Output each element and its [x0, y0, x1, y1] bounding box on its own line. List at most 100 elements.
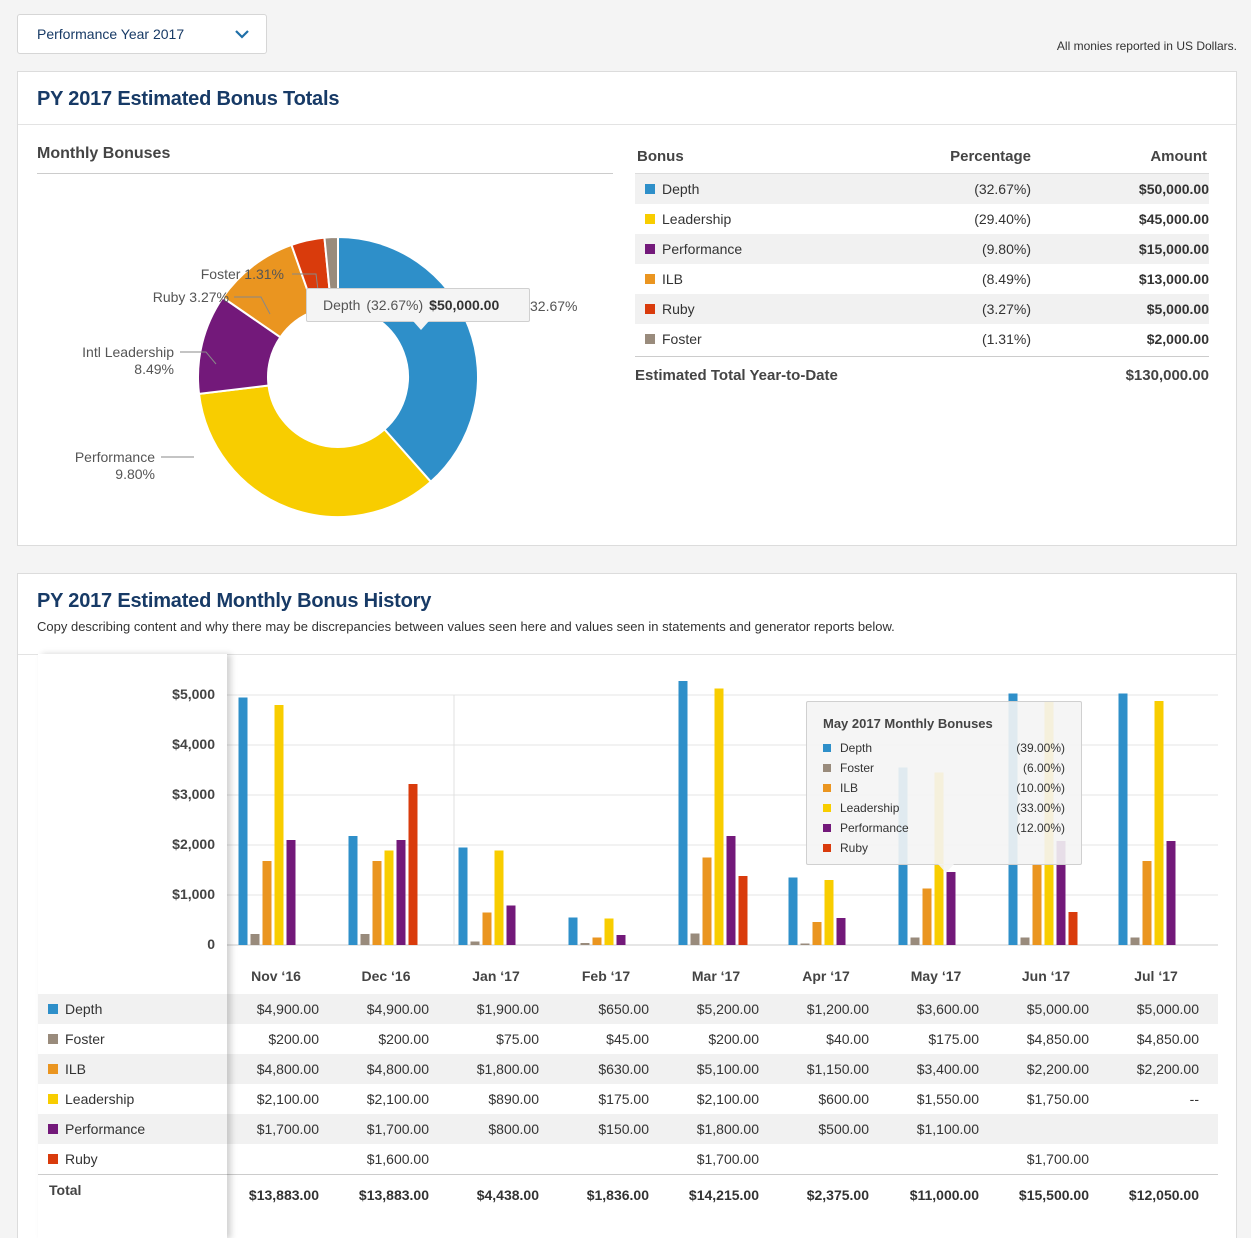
- bar-depth-3[interactable]: [568, 917, 578, 946]
- bar-foster-6[interactable]: [910, 937, 920, 946]
- chevron-down-icon: [235, 30, 249, 39]
- bar-depth-5[interactable]: [788, 877, 798, 946]
- month-tooltip-name-text: Depth: [840, 741, 873, 755]
- month-tooltip-pct: (12.00%): [1016, 821, 1065, 835]
- history-cell: $1,700.00: [366, 1121, 429, 1137]
- bar-depth-8[interactable]: [1118, 693, 1128, 946]
- bar-ilb-7[interactable]: [1032, 865, 1042, 945]
- bar-leadership-2[interactable]: [494, 850, 504, 946]
- history-cell: $1,700.00: [1026, 1151, 1089, 1167]
- history-cell: --: [1189, 1091, 1199, 1107]
- bar-foster-2[interactable]: [470, 941, 480, 946]
- bonus-amount: $15,000.00: [1138, 241, 1209, 257]
- bonus-pct: (8.49%): [981, 271, 1031, 287]
- legend-swatch: [48, 1004, 58, 1014]
- row-label-leadership: Leadership: [48, 1084, 134, 1114]
- month-tooltip-row: Ruby: [823, 838, 1065, 858]
- bar-foster-7[interactable]: [1020, 937, 1030, 946]
- bonus-row-ruby: Ruby (3.27%) $5,000.00: [635, 294, 1209, 324]
- history-cell: $1,150.00: [806, 1061, 869, 1077]
- bar-performance-8[interactable]: [1166, 841, 1176, 945]
- bar-foster-4[interactable]: [690, 933, 700, 946]
- performance-year-select[interactable]: Performance Year 2017: [17, 14, 267, 54]
- bar-performance-1[interactable]: [396, 840, 406, 945]
- bar-ilb-4[interactable]: [702, 857, 712, 946]
- legend-swatch: [48, 1124, 58, 1134]
- month-label: Apr ‘17: [802, 968, 850, 984]
- bar-depth-1[interactable]: [348, 836, 358, 945]
- legend-swatch: [645, 214, 655, 224]
- bar-leadership-3[interactable]: [604, 918, 614, 946]
- history-cell: $5,100.00: [696, 1061, 759, 1077]
- history-cell: $3,600.00: [916, 1001, 979, 1017]
- bar-leadership-1[interactable]: [384, 850, 394, 946]
- bar-depth-0[interactable]: [238, 697, 248, 946]
- bar-ilb-3[interactable]: [592, 937, 602, 946]
- row-label-performance: Performance: [48, 1114, 145, 1144]
- donut-tooltip-arrow: [413, 321, 429, 330]
- bar-ilb-0[interactable]: [262, 861, 272, 945]
- bar-ruby-7[interactable]: [1068, 912, 1078, 945]
- bar-depth-2[interactable]: [458, 847, 468, 946]
- bar-ilb-8[interactable]: [1142, 861, 1152, 945]
- bar-performance-2[interactable]: [506, 905, 516, 946]
- bar-foster-3[interactable]: [580, 943, 590, 945]
- bar-foster-5[interactable]: [800, 943, 810, 946]
- history-cell: [549, 1144, 649, 1174]
- donut-slice-leadership[interactable]: [197, 384, 433, 518]
- bar-depth-4[interactable]: [678, 681, 688, 945]
- history-cell: $1,900.00: [476, 1001, 539, 1017]
- row-label-ilb: ILB: [48, 1054, 86, 1084]
- bar-performance-4[interactable]: [726, 836, 736, 945]
- bonus-row-foster: Foster (1.31%) $2,000.00: [635, 324, 1209, 354]
- bonus-history-chart[interactable]: 000000Nov ‘16$4,900.00$200.00$4,800.00$2…: [18, 654, 1238, 1238]
- row-label-text: Performance: [65, 1121, 146, 1137]
- bonus-history-title: PY 2017 Estimated Monthly Bonus History: [37, 590, 432, 612]
- bar-leadership-0[interactable]: [274, 705, 284, 945]
- bonus-pct: (29.40%): [974, 211, 1031, 227]
- history-cell: $2,100.00: [696, 1091, 759, 1107]
- bonus-totals-title: PY 2017 Estimated Bonus Totals: [37, 88, 340, 110]
- bar-ruby-1[interactable]: [408, 784, 418, 945]
- bar-foster-1[interactable]: [360, 934, 370, 945]
- month-label: Dec ‘16: [361, 968, 411, 984]
- bar-performance-0[interactable]: [286, 840, 296, 945]
- bar-ilb-2[interactable]: [482, 912, 492, 946]
- month-label: Jan ‘17: [472, 968, 520, 984]
- label-intl-leadership-pct: 8.49%: [134, 361, 174, 377]
- bar-leadership-8[interactable]: [1154, 701, 1164, 945]
- history-cell: [1099, 1114, 1199, 1144]
- bar-ilb-5[interactable]: [812, 922, 822, 945]
- month-label: Mar ‘17: [691, 968, 741, 984]
- donut-chart[interactable]: Foster 1.31% Ruby 3.27% Intl Leadership8.4…: [18, 182, 618, 527]
- bar-ruby-4[interactable]: [738, 876, 748, 945]
- legend-swatch: [823, 784, 831, 792]
- month-tooltip: May 2017 Monthly Bonuses Depth (39.00%) Fo…: [806, 701, 1082, 865]
- bonus-amount: $45,000.00: [1138, 211, 1209, 227]
- bonus-totals-header: PY 2017 Estimated Bonus Totals: [18, 72, 1236, 125]
- legend-swatch: [823, 844, 831, 852]
- bar-leadership-4[interactable]: [714, 688, 724, 946]
- bar-leadership-5[interactable]: [824, 880, 834, 945]
- bonus-amount: $50,000.00: [1138, 181, 1209, 197]
- history-cell: $1,700.00: [256, 1121, 319, 1137]
- bonus-name: ILB: [635, 271, 895, 287]
- row-label-depth: Depth: [48, 994, 102, 1024]
- bar-performance-5[interactable]: [836, 918, 846, 945]
- month-tooltip-row: Performance (12.00%): [823, 818, 1065, 838]
- bonus-row-performance: Performance (9.80%) $15,000.00: [635, 234, 1209, 264]
- history-cell: $40.00: [826, 1031, 869, 1047]
- month-tooltip-title: May 2017 Monthly Bonuses: [823, 716, 993, 731]
- bar-performance-3[interactable]: [616, 935, 626, 945]
- currency-note: All monies reported in US Dollars.: [1056, 39, 1237, 53]
- row-label-foster: Foster: [48, 1024, 105, 1054]
- bonus-pct: (9.80%): [981, 241, 1031, 257]
- bar-performance-6[interactable]: [946, 872, 956, 945]
- donut-tooltip: Depth (32.67%) $50,000.00: [306, 288, 530, 322]
- bonus-history-header: PY 2017 Estimated Monthly Bonus History …: [18, 574, 1236, 655]
- bar-ilb-6[interactable]: [922, 888, 932, 946]
- bar-ilb-1[interactable]: [372, 861, 382, 945]
- bar-foster-0[interactable]: [250, 934, 260, 945]
- bonus-row-leadership: Leadership (29.40%) $45,000.00: [635, 204, 1209, 234]
- bar-foster-8[interactable]: [1130, 937, 1140, 946]
